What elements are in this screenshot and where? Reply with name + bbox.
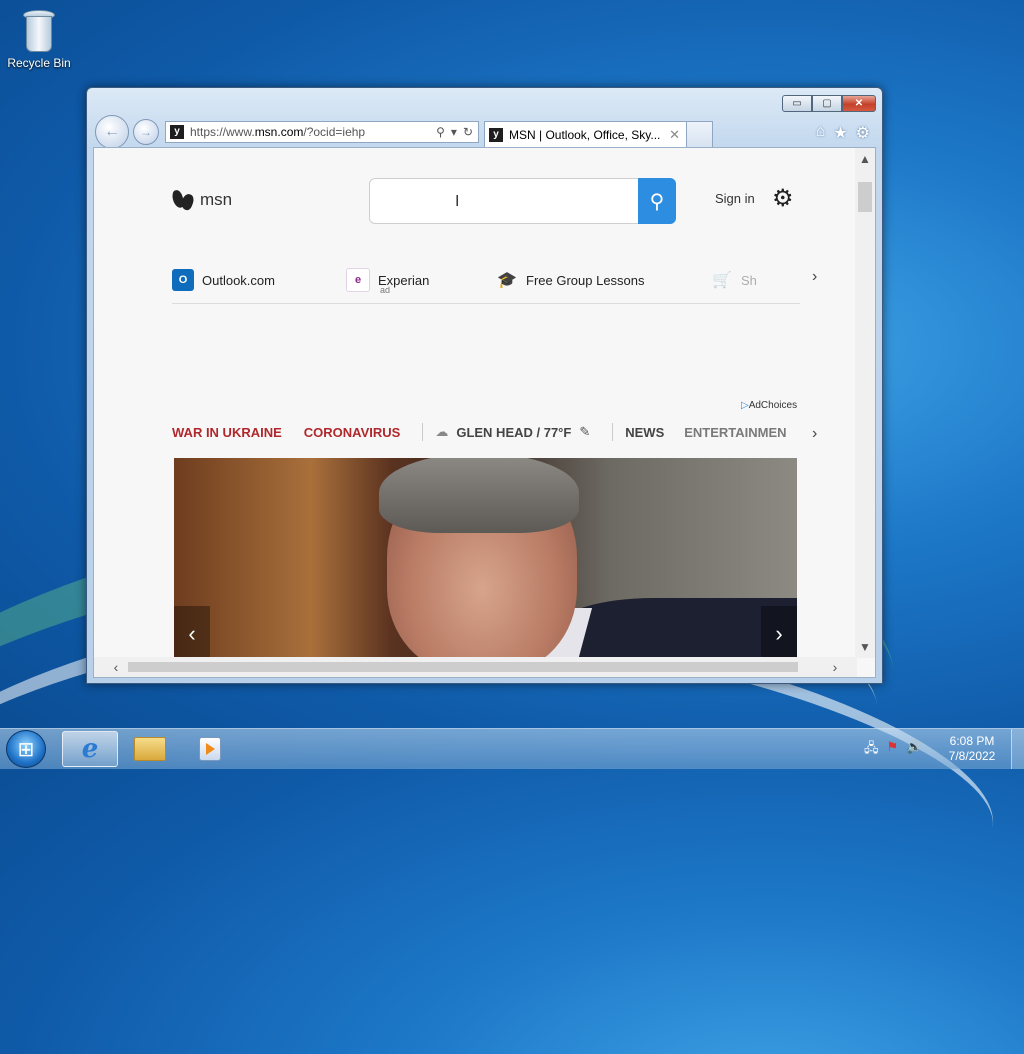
weather-label: GLEN HEAD / 77°F (456, 424, 572, 440)
minimize-icon: ▭ (792, 98, 802, 109)
volume-icon[interactable]: 🔊 (906, 739, 922, 761)
nav-war-in-ukraine[interactable]: WAR IN UKRAINE (172, 425, 282, 440)
search-button[interactable]: ⚲ (638, 178, 676, 224)
favorites-star-icon[interactable]: ★ (833, 123, 847, 143)
search-icon[interactable]: ⚲ (436, 125, 445, 139)
msn-logo-text: msn (200, 190, 233, 209)
search-box[interactable]: I ⚲ (369, 178, 676, 224)
recycle-bin-shortcut[interactable]: Recycle Bin (6, 6, 72, 70)
divider (172, 303, 800, 304)
scroll-up-icon[interactable]: ▲ (855, 150, 875, 168)
tab-close-icon[interactable]: ✕ (663, 127, 686, 143)
taskbar-windows-explorer[interactable] (122, 731, 178, 767)
graduation-cap-icon: 🎓 (497, 272, 517, 289)
ad-label: ad (380, 285, 391, 295)
adchoices-icon: ▷ (741, 400, 749, 411)
horizontal-scrollbar[interactable]: ‹ › (94, 657, 857, 677)
shopping-cart-icon: 🛒 (712, 272, 732, 289)
close-window-button[interactable]: ✕ (842, 95, 876, 112)
home-icon[interactable]: ⌂ (816, 123, 826, 143)
maximize-button[interactable]: ▢ (812, 95, 842, 112)
adchoices-link[interactable]: ▷AdChoices (741, 400, 797, 411)
experian-icon: e (346, 268, 370, 292)
carousel-prev-button[interactable]: ‹ (174, 606, 210, 662)
maximize-icon: ▢ (822, 98, 832, 109)
close-icon: ✕ (854, 98, 864, 109)
back-arrow-icon: ← (104, 123, 120, 140)
system-tray: 🖧 ⚑ 🔊 (864, 739, 922, 761)
action-center-flag-icon[interactable]: ⚑ (887, 739, 899, 761)
window-caption-buttons: ▭ ▢ ✕ (782, 95, 876, 112)
nav-coronavirus[interactable]: CORONAVIRUS (304, 425, 401, 440)
clock[interactable]: 6:08 PM 7/8/2022 (942, 734, 1002, 764)
quick-link-free-group-lessons[interactable]: 🎓 Free Group Lessons (496, 269, 711, 291)
hero-image-part (379, 458, 579, 533)
nav-news[interactable]: NEWS (625, 425, 664, 440)
forward-arrow-icon: → (140, 125, 152, 139)
cloud-icon: ☁ (435, 424, 449, 439)
taskbar: e 🖧 ⚑ 🔊 6:08 PM 7/8/2022 (0, 728, 1024, 769)
msn-favicon-icon: y (489, 127, 503, 142)
address-bar[interactable]: y https://www.msn.com/?ocid=iehp ⚲ ▾ ↻ (165, 121, 479, 143)
settings-gear-icon[interactable]: ⚙ (856, 123, 870, 143)
minimize-button[interactable]: ▭ (782, 95, 812, 112)
chevron-right-icon[interactable]: › (812, 268, 817, 286)
scrollbar-thumb[interactable] (128, 662, 798, 672)
media-player-icon (199, 737, 221, 761)
taskbar-internet-explorer[interactable]: e (62, 731, 118, 767)
msn-favicon-icon: y (170, 125, 184, 139)
show-desktop-button[interactable] (1011, 729, 1024, 769)
divider (422, 423, 424, 441)
clock-date: 7/8/2022 (948, 749, 996, 763)
carousel-next-button[interactable]: › (761, 606, 797, 662)
address-url[interactable]: https://www.msn.com/?ocid=iehp (190, 125, 436, 139)
text-cursor-icon: I (455, 193, 460, 210)
network-icon[interactable]: 🖧 (864, 739, 879, 761)
category-nav: WAR IN UKRAINE CORONAVIRUS ☁ GLEN HEAD /… (172, 423, 807, 441)
quick-link-outlook[interactable]: O Outlook.com (172, 269, 346, 291)
search-icon: ⚲ (649, 190, 665, 213)
forward-button[interactable]: → (133, 119, 159, 145)
scroll-left-icon[interactable]: ‹ (106, 657, 126, 677)
scroll-down-icon[interactable]: ▼ (855, 638, 875, 656)
clock-time: 6:08 PM (949, 734, 995, 748)
recycle-bin-icon (21, 8, 57, 52)
page-viewport: msn I ⚲ Sign in ⚙ O Outlook.com e Experi… (93, 147, 876, 678)
scroll-right-icon[interactable]: › (825, 657, 845, 677)
quick-link-label: Sh (741, 272, 757, 288)
settings-gear-icon[interactable]: ⚙ (772, 184, 794, 213)
quick-links-bar: O Outlook.com e Experian ad 🎓 Free Group… (172, 266, 802, 295)
refresh-icon[interactable]: ↻ (463, 125, 473, 139)
quick-link-label: Outlook.com (202, 272, 275, 288)
nav-weather[interactable]: ☁ GLEN HEAD / 77°F ✎ (435, 424, 590, 440)
chevron-left-icon: ‹ (188, 621, 196, 646)
back-button[interactable]: ← (95, 115, 129, 149)
scrollbar-thumb[interactable] (858, 182, 872, 212)
chevron-right-icon[interactable]: › (812, 425, 817, 443)
browser-tab[interactable]: y MSN | Outlook, Office, Sky... ✕ (484, 121, 687, 147)
recycle-bin-label: Recycle Bin (7, 56, 71, 70)
msn-logo[interactable]: msn (172, 188, 232, 212)
browser-toolbar-right: ⌂ ★ ⚙ (816, 123, 870, 143)
hero-carousel[interactable]: ‹ › (174, 458, 797, 662)
taskbar-media-player[interactable] (182, 731, 238, 767)
tab-title: MSN | Outlook, Office, Sky... (509, 127, 661, 142)
chevron-right-icon: › (775, 621, 783, 646)
quick-link-experian[interactable]: e Experian ad (346, 268, 496, 295)
internet-explorer-window: ▭ ▢ ✕ ← → y https://www.msn.com/?ocid=ie… (86, 87, 883, 684)
dropdown-chevron-icon[interactable]: ▾ (451, 125, 457, 139)
vertical-scrollbar[interactable]: ▲ ▼ (855, 148, 875, 658)
new-tab-button[interactable] (687, 121, 713, 147)
quick-link-label: Free Group Lessons (526, 272, 645, 288)
msn-butterfly-icon (172, 188, 194, 212)
sign-in-link[interactable]: Sign in (715, 191, 755, 206)
quick-link-shopping[interactable]: 🛒 Sh (711, 269, 771, 291)
start-button[interactable] (6, 730, 46, 768)
pencil-icon[interactable]: ✎ (579, 424, 590, 440)
folder-icon (134, 737, 166, 761)
internet-explorer-icon: e (81, 734, 99, 764)
divider (612, 423, 614, 441)
outlook-icon: O (172, 269, 194, 291)
nav-entertainment[interactable]: ENTERTAINMEN (684, 425, 786, 440)
